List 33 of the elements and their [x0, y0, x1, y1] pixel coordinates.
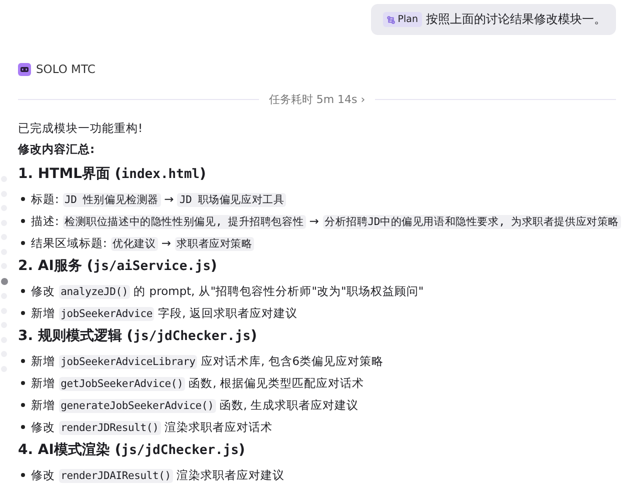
bullet-icon — [21, 403, 25, 407]
section-heading: 3. 规则模式逻辑 (js/jdChecker.js) — [18, 328, 258, 344]
bullet-icon — [21, 241, 25, 245]
list-item: 新增 getJobSeekerAdvice() 函数, 根据偏见类型匹配应对话术 — [31, 375, 364, 392]
list-item: 新增 generateJobSeekerAdvice() 函数, 生成求职者应对建议 — [31, 397, 359, 414]
status-text: 已完成模块一功能重构! — [18, 121, 143, 135]
section-heading: 4. AI模式渲染 (js/jdChecker.js) — [18, 442, 246, 458]
nav-dot[interactable] — [1, 278, 8, 284]
bullet-icon — [21, 381, 25, 385]
list-item: 描述: 检测职位描述中的隐性性别偏见, 提升招聘包容性 → 分析招聘JD中的偏见用语和隐性要求, 为求职者提供应对策略 — [31, 213, 622, 230]
bot-icon — [18, 62, 31, 76]
message-text: 按照上面的讨论结果修改模块一。 — [426, 11, 606, 28]
bullet-icon — [21, 359, 25, 363]
plan-badge: Plan — [382, 12, 422, 27]
summary-title: 修改内容汇总: — [18, 142, 95, 156]
plan-icon — [386, 16, 395, 24]
section-heading: 2. AI服务 (js/aiService.js) — [18, 258, 218, 274]
list-item: 新增 jobSeekerAdvice 字段, 返回求职者应对建议 — [31, 305, 298, 322]
list-item: 新增 jobSeekerAdviceLibrary 应对话术库, 包含6类偏见应对策略 — [31, 353, 384, 370]
list-item: 结果区域标题: 优化建议 → 求职者应对策略 — [31, 235, 254, 252]
agent-name: SOLO MTC — [36, 62, 96, 76]
bullet-icon — [21, 289, 25, 293]
list-item: 标题: JD 性别偏见检测器 → JD 职场偏见应对工具 — [31, 191, 286, 208]
task-duration-link[interactable]: 任务耗时 5m 14s › — [268, 92, 366, 107]
list-item: 修改 renderJDResult() 渲染求职者应对话术 — [31, 419, 272, 436]
section-heading: 1. HTML界面 (index.html) — [18, 166, 206, 182]
bullet-icon — [21, 473, 25, 477]
bullet-icon — [21, 425, 25, 429]
list-item: 修改 renderJDAIResult() 渲染求职者应对建议 — [31, 467, 285, 484]
bullet-icon — [21, 311, 25, 315]
bullet-icon — [21, 197, 25, 201]
bullet-icon — [21, 219, 25, 223]
list-item: 修改 analyzeJD() 的 prompt, 从"招聘包容性分析师"改为"职场权益顾问" — [31, 283, 424, 300]
